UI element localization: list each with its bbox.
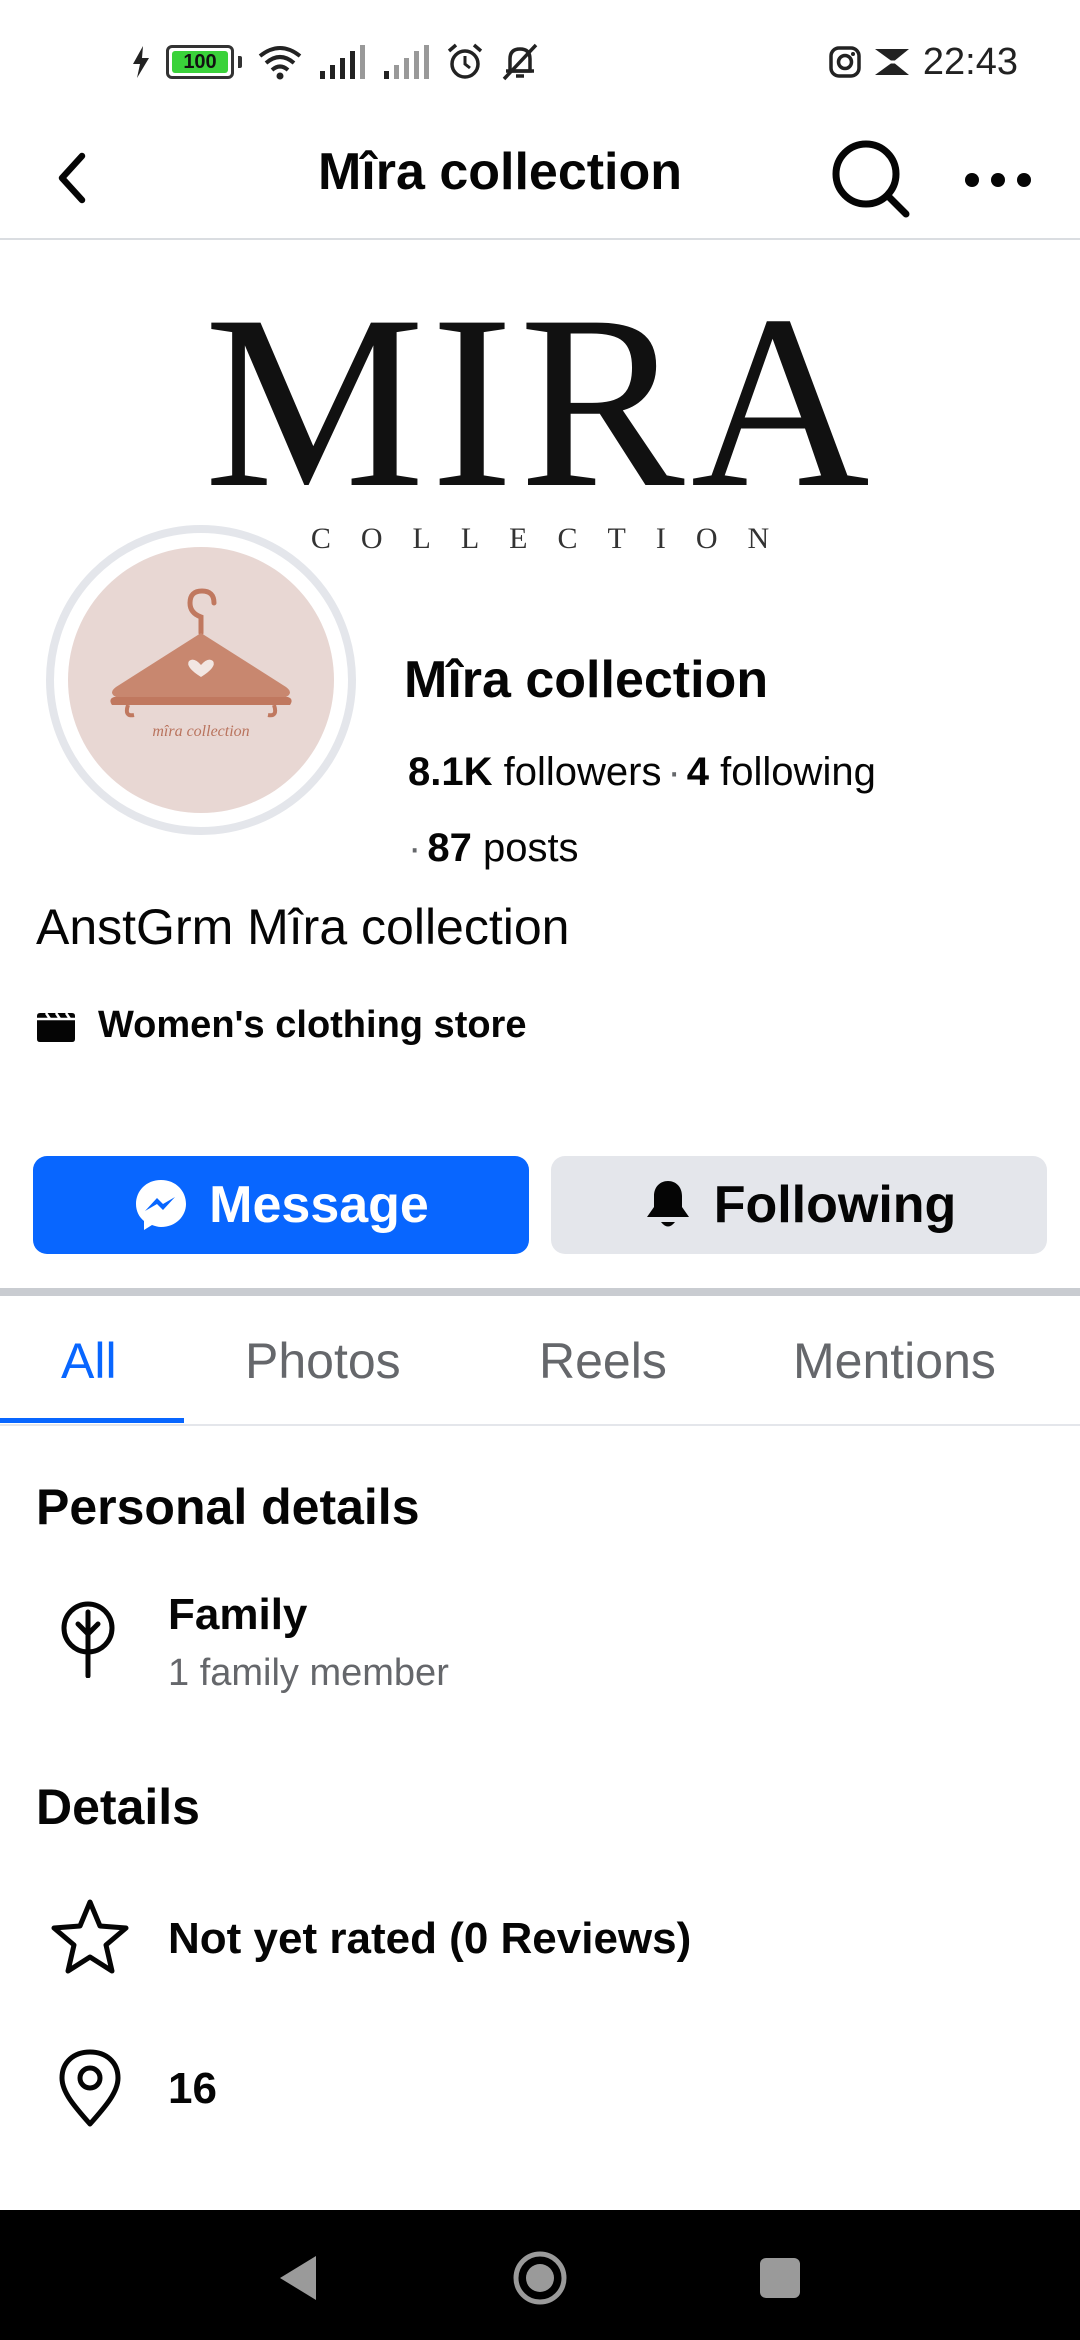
location-text[interactable]: 16 — [168, 2064, 217, 2114]
family-subtitle: 1 family member — [168, 1652, 449, 1694]
status-left: 100 — [132, 40, 540, 84]
details-title: Details — [36, 1779, 200, 1835]
messenger-icon — [136, 1180, 187, 1230]
category-icon — [37, 1011, 75, 1042]
family-tree-icon — [61, 1601, 115, 1678]
cover-logo: MIRA — [204, 264, 876, 510]
mute-icon — [502, 43, 538, 81]
alarm-icon — [447, 43, 483, 79]
followers-label[interactable]: followers — [504, 750, 662, 794]
profile-stats: 8.1K followers · 4 following · 87 posts — [408, 750, 876, 870]
category-label: Women's clothing store — [98, 1004, 527, 1046]
location-pin-icon — [59, 2049, 121, 2127]
avatar: mîra collection — [68, 547, 334, 813]
battery-level: 100 — [172, 51, 228, 73]
profile-name: Mîra collection — [404, 651, 769, 709]
following-count[interactable]: 4 — [687, 750, 709, 794]
instagram-icon — [829, 46, 861, 78]
nav-home-icon[interactable] — [510, 2248, 570, 2308]
active-tab-indicator — [0, 1418, 184, 1423]
message-button[interactable]: Message — [33, 1156, 529, 1254]
bell-icon — [646, 1181, 689, 1227]
page-category: Women's clothing store — [36, 1004, 526, 1047]
tab-photos[interactable]: Photos — [245, 1332, 401, 1390]
search-icon[interactable] — [826, 134, 916, 224]
message-label: Message — [209, 1176, 429, 1234]
avatar-logo-text: mîra collection — [152, 723, 250, 740]
profile-tabs: All Photos Reels Mentions — [0, 1296, 1080, 1426]
signal-icon — [320, 45, 365, 79]
profile-avatar[interactable]: mîra collection — [46, 525, 356, 835]
posts-count: 87 — [427, 826, 472, 870]
profile-bio: AnstGrm Mîra collection — [36, 899, 570, 955]
tab-reels[interactable]: Reels — [539, 1332, 667, 1390]
top-app-bar: Mîra collection — [0, 120, 1080, 240]
cover-logo-text: MIRA — [204, 264, 876, 510]
section-separator — [0, 1288, 1080, 1296]
nav-back-icon[interactable] — [270, 2248, 330, 2308]
star-icon — [51, 1899, 129, 1974]
more-icon[interactable] — [950, 142, 1046, 216]
system-navigation-bar — [0, 2210, 1080, 2340]
tab-all[interactable]: All — [61, 1332, 117, 1390]
posts-label: posts — [482, 826, 579, 870]
nav-recents-icon[interactable] — [750, 2248, 810, 2308]
signal-icon — [384, 45, 429, 79]
rating-text[interactable]: Not yet rated (0 Reviews) — [168, 1914, 691, 1964]
following-label[interactable]: following — [720, 750, 876, 794]
battery-icon: 100 — [166, 45, 242, 79]
personal-details-title: Personal details — [36, 1479, 420, 1535]
family-title[interactable]: Family — [168, 1590, 307, 1640]
wifi-icon — [258, 46, 302, 80]
following-button[interactable]: Following — [551, 1156, 1047, 1254]
notification-icon — [874, 49, 909, 75]
status-right: 22:43 — [829, 38, 1018, 86]
hanger-icon — [110, 588, 292, 718]
followers-count[interactable]: 8.1K — [408, 750, 493, 794]
status-time: 22:43 — [922, 40, 1018, 83]
status-bar: 100 22:43 — [0, 0, 1080, 120]
charging-icon — [133, 46, 149, 78]
tab-mentions[interactable]: Mentions — [793, 1332, 996, 1390]
cover-photo[interactable]: MIRA COLLECTION — [0, 240, 1080, 575]
following-label: Following — [713, 1176, 957, 1234]
